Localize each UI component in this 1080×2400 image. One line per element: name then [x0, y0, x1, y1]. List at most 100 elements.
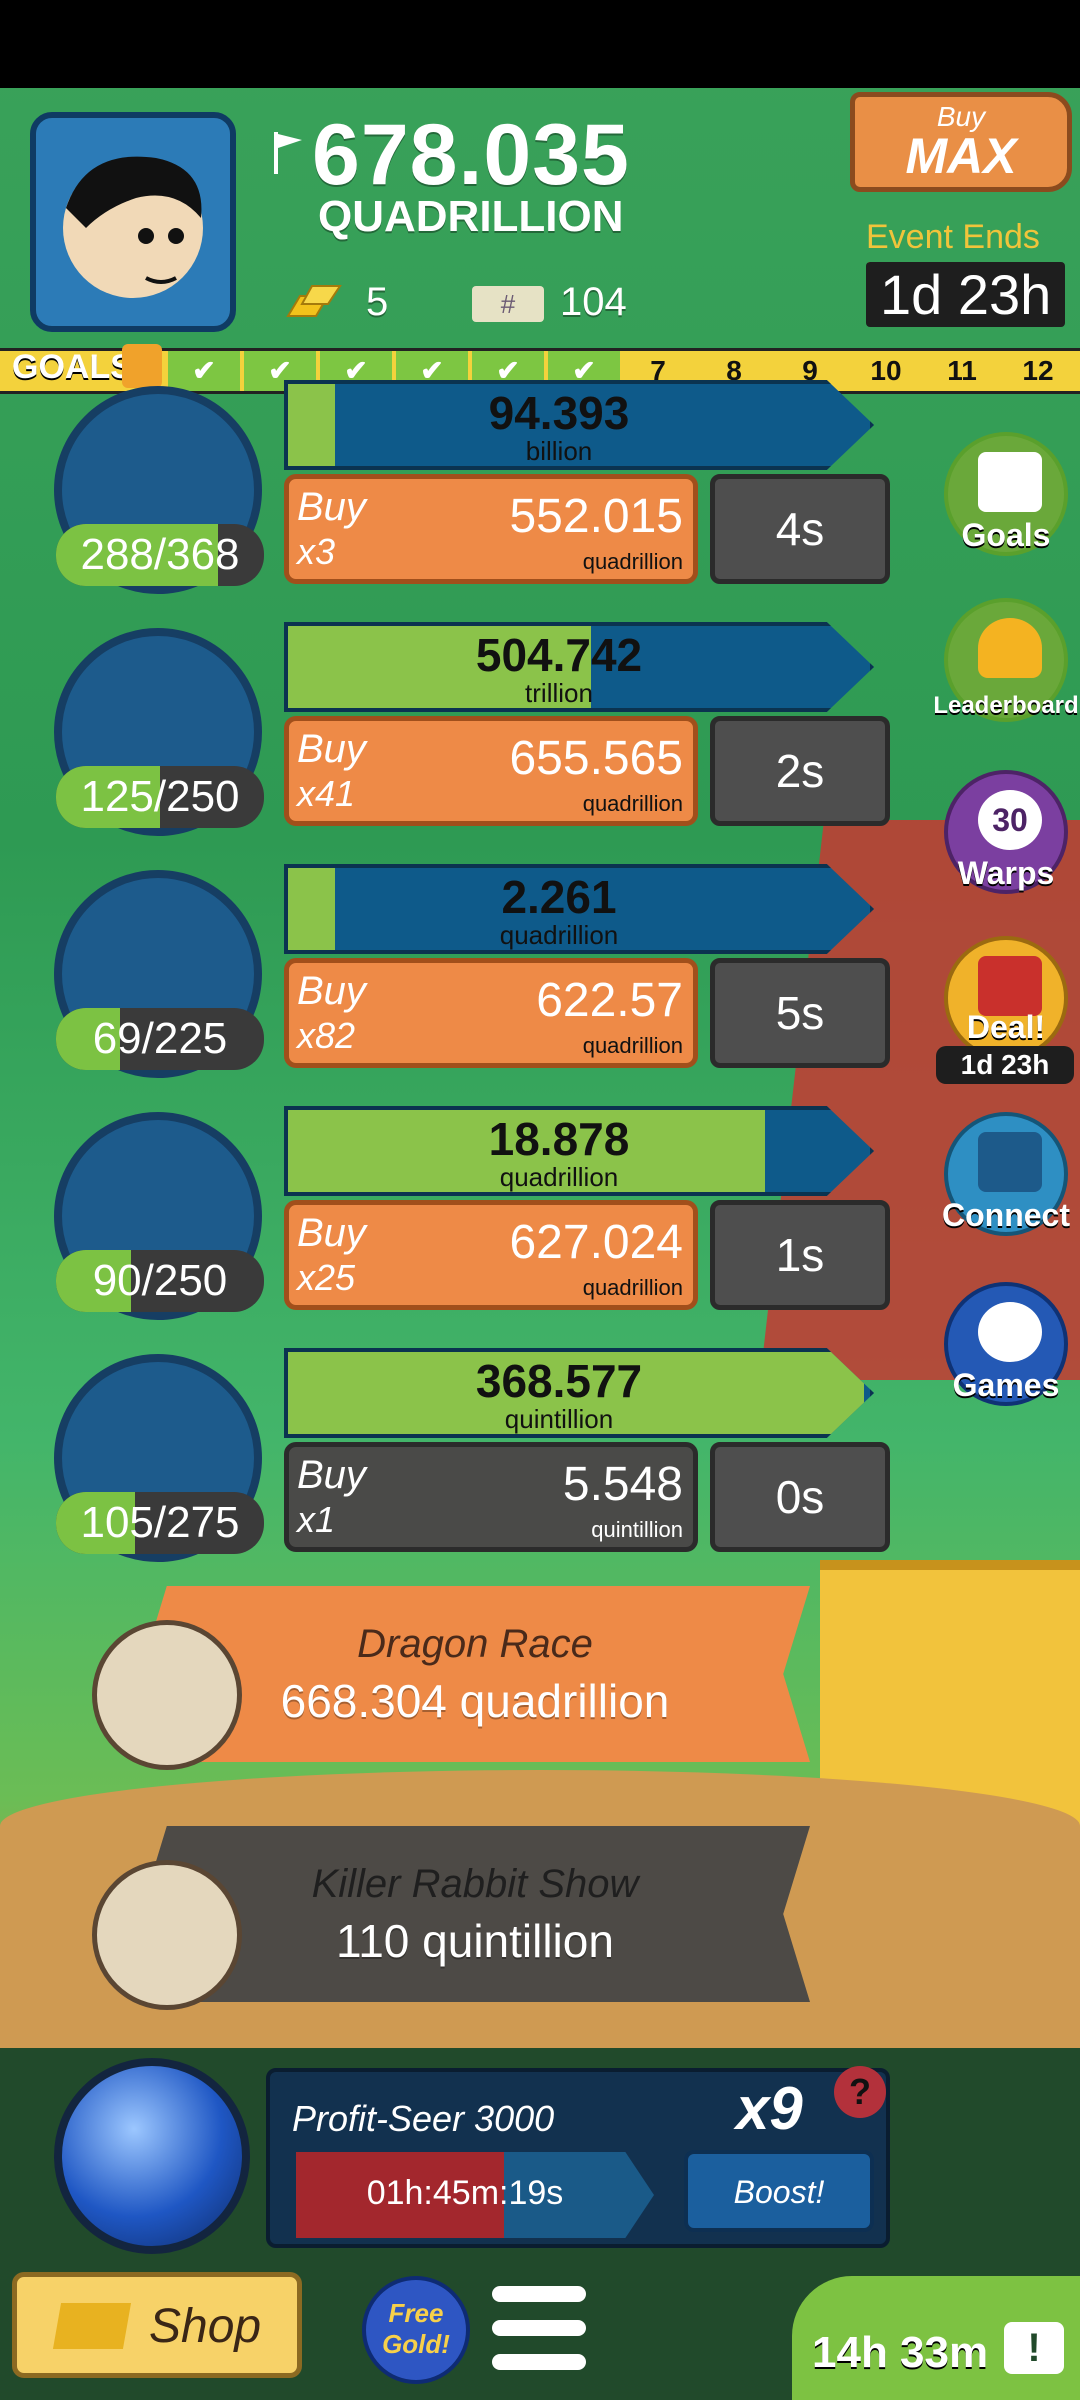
buy-label: Buy	[297, 969, 366, 1013]
profit-value: 504.742	[475, 629, 643, 681]
tv-bonus-button[interactable]: 14h 33m !	[792, 2276, 1080, 2400]
profit-value: 94.393	[488, 387, 630, 439]
buy-price: 655.565	[509, 732, 683, 785]
player-avatar[interactable]	[30, 112, 236, 332]
profit-unit: quadrillion	[499, 1162, 619, 1192]
buy-price: 5.548	[562, 1458, 683, 1511]
buy-price-unit: quadrillion	[582, 1033, 683, 1058]
gift-icon	[122, 344, 162, 388]
profit-value: 368.577	[475, 1355, 643, 1407]
buy-price: 552.015	[509, 490, 683, 543]
owned-count: 69/225	[92, 1014, 228, 1063]
goal-number: 11	[947, 355, 977, 386]
shop-button[interactable]: Shop	[12, 2272, 302, 2378]
deal-button[interactable]: Deal!	[944, 936, 1068, 1060]
tv-icon: !	[1004, 2322, 1064, 2374]
gold-count: 5	[366, 280, 389, 324]
buy-max-bottom-label: MAX	[905, 128, 1017, 184]
killer-rabbit-title: Killer Rabbit Show	[311, 1862, 639, 1906]
leaderboard-button[interactable]: Leaderboard	[933, 598, 1079, 722]
games-button[interactable]: Games	[944, 1282, 1068, 1406]
profit-unit: quintillion	[504, 1404, 614, 1434]
owned-count: 90/250	[92, 1256, 228, 1305]
checklist-icon	[978, 452, 1042, 512]
owned-count: 288/368	[80, 530, 240, 579]
leaderboard-label: Leaderboard	[933, 692, 1079, 719]
hamburger-menu-icon[interactable]	[492, 2286, 586, 2370]
event-time: 1d 23h	[866, 262, 1066, 327]
crystal-ball-icon[interactable]	[54, 2058, 250, 2254]
profit-value: 2.261	[501, 871, 617, 923]
cards-icon	[978, 1132, 1042, 1192]
owned-count: 105/275	[80, 1498, 240, 1547]
ticket-count: 104	[560, 280, 627, 324]
profit-progress-bar[interactable]: 504.742 trillion	[284, 622, 874, 712]
dragon-race-banner[interactable]: Dragon Race 668.304 quadrillion	[140, 1586, 810, 1762]
connect-button[interactable]: Connect	[942, 1112, 1070, 1236]
profit-value: 18.878	[488, 1113, 630, 1165]
profit-progress-bar[interactable]: 94.393 billion	[284, 380, 874, 470]
buy-multiplier: x25	[297, 1257, 356, 1298]
business-timer: 0s	[710, 1442, 890, 1552]
warps-button[interactable]: 30 Warps	[944, 770, 1068, 894]
owned-count-badge: 125/250	[56, 766, 264, 828]
rabbit-show-icon	[92, 1860, 242, 2010]
dragon-race-title: Dragon Race	[357, 1622, 593, 1666]
warps-count: 30	[978, 790, 1042, 850]
owned-count-badge: 90/250	[56, 1250, 264, 1312]
profit-seer-multiplier: x9	[736, 2075, 803, 2142]
flag-icon	[272, 130, 306, 176]
help-icon[interactable]: ?	[834, 2066, 886, 2118]
buy-button[interactable]: Buy x82 622.57 quadrillion	[284, 958, 698, 1068]
killer-rabbit-banner[interactable]: Killer Rabbit Show 110 quintillion	[140, 1826, 810, 2002]
gold-bar-icon	[52, 2303, 132, 2349]
business-timer: 5s	[710, 958, 890, 1068]
buy-button[interactable]: Buy x3 552.015 quadrillion	[284, 474, 698, 584]
money-unit: QUADRILLION	[318, 192, 624, 241]
profit-seer-title: Profit-Seer 3000	[292, 2098, 555, 2139]
buy-multiplier: x1	[297, 1499, 336, 1540]
status-bar	[0, 0, 1080, 88]
profit-seer-timer-bar: 01h:45m:19s	[296, 2152, 654, 2238]
buy-price-unit: quintillion	[591, 1517, 683, 1542]
buy-button[interactable]: Buy x1 5.548 quintillion	[284, 1442, 698, 1552]
buy-multiplier: x3	[297, 531, 336, 572]
buy-max-button[interactable]: Buy MAX	[850, 92, 1072, 192]
buy-label: Buy	[297, 1211, 366, 1255]
profit-unit: quadrillion	[499, 920, 619, 950]
profit-progress-bar[interactable]: 368.577 quintillion	[284, 1348, 874, 1438]
owned-count: 125/250	[80, 772, 240, 821]
buy-button[interactable]: Buy x25 627.024 quadrillion	[284, 1200, 698, 1310]
profit-seer-timer: 01h:45m:19s	[366, 2174, 564, 2212]
buy-price: 622.57	[536, 974, 683, 1027]
games-label: Games	[952, 1367, 1060, 1403]
goal-number: 12	[1022, 355, 1054, 386]
gold-bars-icon	[282, 278, 346, 322]
shop-label: Shop	[149, 2300, 262, 2353]
business-timer: 2s	[710, 716, 890, 826]
deal-label: Deal!	[966, 1009, 1046, 1045]
boost-button[interactable]: Boost!	[684, 2150, 874, 2232]
goals-side-button[interactable]: Goals	[944, 432, 1068, 556]
buy-button[interactable]: Buy x41 655.565 quadrillion	[284, 716, 698, 826]
buy-price: 627.024	[509, 1216, 683, 1269]
buy-label: Buy	[297, 727, 366, 771]
goals-side-label: Goals	[961, 517, 1051, 553]
goal-check-icon: ✔	[168, 351, 240, 391]
warps-label: Warps	[957, 855, 1055, 891]
business-timer: 1s	[710, 1200, 890, 1310]
profit-progress-bar[interactable]: 18.878 quadrillion	[284, 1106, 874, 1196]
connect-label: Connect	[942, 1197, 1070, 1233]
trophy-icon	[978, 618, 1042, 678]
buy-label: Buy	[297, 1453, 366, 1497]
buy-price-unit: quadrillion	[582, 549, 683, 574]
profit-progress-bar[interactable]: 2.261 quadrillion	[284, 864, 874, 954]
business-timer: 4s	[710, 474, 890, 584]
free-gold-button[interactable]: Free Gold!	[362, 2276, 470, 2384]
money-value: 678.035	[312, 107, 630, 203]
profit-unit: billion	[525, 436, 593, 466]
profit-unit: trillion	[525, 678, 593, 708]
buy-price-unit: quadrillion	[582, 791, 683, 816]
owned-count-badge: 288/368	[56, 524, 264, 586]
owned-count-badge: 69/225	[56, 1008, 264, 1070]
